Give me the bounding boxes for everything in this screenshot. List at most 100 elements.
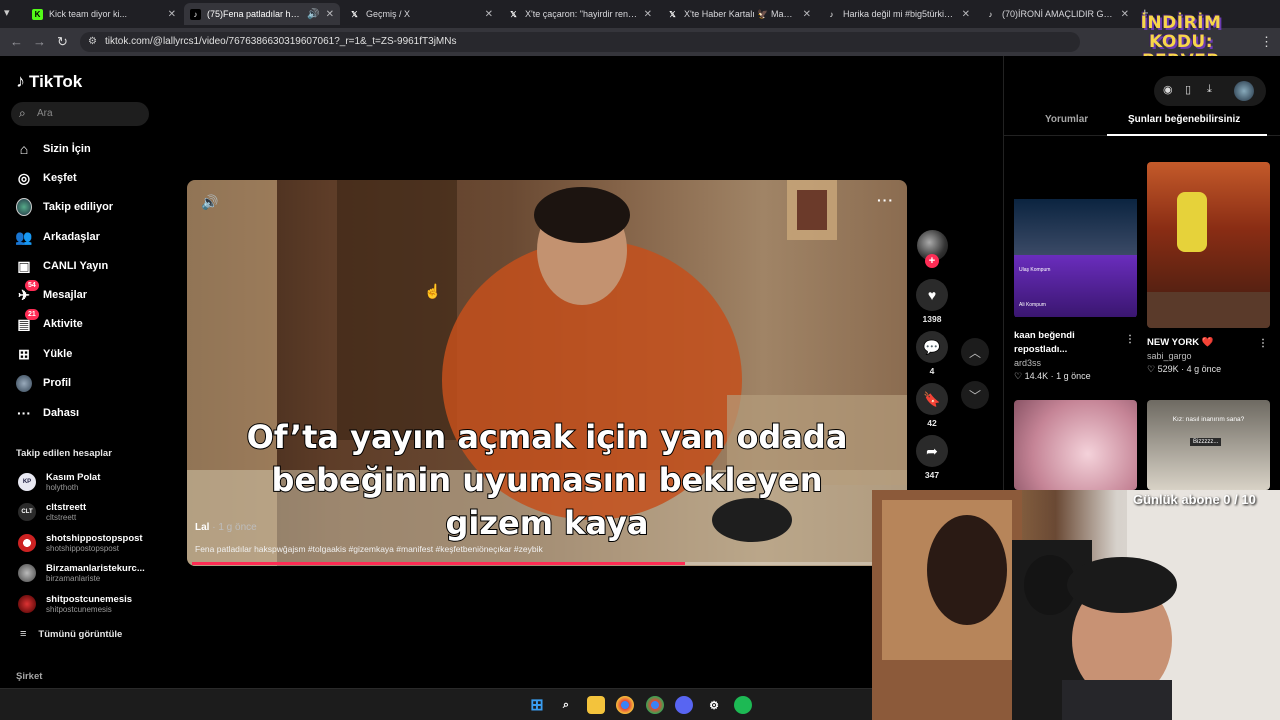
tiktok-sidebar: ♪ TikTok ⌕ Ara ⌂ Sizin İçin ◎ Keşfet Tak…: [0, 56, 160, 688]
followed-account[interactable]: Birzamanlaristekurc... birzamanlariste: [18, 561, 145, 585]
nav-for-you[interactable]: ⌂ Sizin İçin: [16, 139, 91, 159]
tiktok-logo[interactable]: ♪ TikTok: [16, 71, 82, 92]
close-tab-icon[interactable]: ✕: [326, 9, 334, 20]
tab-you-may-like[interactable]: Şunları beğenebilirsiniz: [1128, 114, 1240, 125]
nav-activity[interactable]: ▤ 21 Aktivite: [16, 309, 83, 334]
nav-following[interactable]: Takip ediliyor: [16, 197, 113, 217]
browser-tab[interactable]: 𝕏 Geçmiş / X ✕: [343, 3, 499, 25]
home-icon: ⌂: [19, 141, 29, 157]
reload-icon[interactable]: ↻: [57, 34, 68, 50]
chrome-active-icon[interactable]: [646, 696, 664, 714]
video-thumbnail: Kız: nasıl inanırım sana? Bizzzzz...: [1147, 400, 1270, 490]
url-field[interactable]: ⚙ tiktok.com/@lallyrcs1/video/7676386630…: [80, 32, 1080, 52]
company-link[interactable]: Şirket: [16, 671, 42, 682]
nav-more[interactable]: ··· Dahası: [16, 403, 79, 423]
close-tab-icon[interactable]: ✕: [485, 9, 493, 20]
discord-icon[interactable]: [675, 696, 693, 714]
close-tab-icon[interactable]: ✕: [962, 9, 970, 20]
nav-profile[interactable]: Profil: [16, 373, 71, 393]
comment-action[interactable]: 💬 4: [916, 331, 948, 376]
activity-icon: ▤ 21: [16, 309, 39, 332]
close-tab-icon[interactable]: ✕: [644, 9, 652, 20]
tiktok-icon: ♪: [829, 9, 834, 19]
chrome-icon[interactable]: [616, 696, 634, 714]
followed-account[interactable]: shitpostcunemesis shitpostcunemesis: [18, 592, 132, 616]
recommended-video-card[interactable]: Ulaş Kompum Ali Kompum kaan beğendi repo…: [1014, 162, 1137, 382]
video-player[interactable]: 🔊 ··· Of’ta yayın açmak için yan odada b…: [187, 180, 907, 566]
browser-tab-active[interactable]: ♪ (75)Fena patladılar hakspwg... 🔊 ✕: [184, 3, 340, 25]
avatar: CLT: [18, 503, 36, 521]
video-author[interactable]: Lal · 1 g önce: [195, 522, 257, 533]
video-progress-bar[interactable]: [192, 562, 902, 565]
compass-icon[interactable]: ◉: [1163, 83, 1173, 96]
browser-tab[interactable]: 𝕏 X'te Haber Kartalı 🦅 Manifes... ✕: [661, 3, 817, 25]
app-icon[interactable]: ⚙: [705, 696, 723, 714]
nav-upload[interactable]: ⊞ Yükle: [16, 344, 72, 364]
close-tab-icon[interactable]: ✕: [803, 9, 811, 20]
more-options-icon[interactable]: ⋮: [1258, 338, 1268, 349]
browser-tab[interactable]: ♪ Harika değil mi #big5türkiye #... ✕: [820, 3, 976, 25]
heart-outline-icon: ♡: [1014, 371, 1025, 381]
back-icon[interactable]: ←: [10, 34, 23, 49]
speaker-icon[interactable]: 🔊: [307, 9, 319, 20]
browser-tab[interactable]: K Kick team diyor ki... ✕: [26, 3, 182, 25]
forward-icon[interactable]: →: [33, 34, 46, 49]
search-input[interactable]: ⌕ Ara: [11, 102, 149, 126]
more-options-icon[interactable]: ⋮: [1125, 334, 1135, 345]
video-description: Fena patladılar hakspwğajsm #tolgaakis #…: [195, 544, 543, 554]
browser-tab-strip: K Kick team diyor ki... ✕ ♪ (75)Fena pat…: [0, 0, 1280, 28]
save-action[interactable]: 🔖 42: [916, 383, 948, 428]
tiktok-icon: ♪: [988, 9, 993, 19]
comment-icon[interactable]: 💬: [916, 331, 948, 363]
site-info-icon[interactable]: ⚙: [88, 36, 97, 47]
friends-icon: 👥: [15, 228, 33, 245]
chevron-up-icon[interactable]: ︿: [961, 338, 989, 366]
following-avatar-icon: [16, 198, 32, 216]
tab-search-icon[interactable]: ▾: [4, 6, 10, 19]
followed-account[interactable]: shotshippostopspost shotshippostopspost: [18, 531, 143, 555]
windows-start-icon[interactable]: ⊞: [528, 696, 546, 714]
spotify-icon[interactable]: [734, 696, 752, 714]
follow-plus-icon[interactable]: +: [925, 254, 939, 268]
streamer-webcam: [872, 490, 1280, 720]
browser-tab[interactable]: 𝕏 X'te çaçaron: "hayirdir rengin n... ✕: [502, 3, 658, 25]
heart-icon[interactable]: ♥: [916, 279, 948, 311]
top-icon-group: ◉ ▯ ⤓: [1154, 76, 1266, 106]
search-icon[interactable]: ⌕: [557, 696, 575, 714]
followed-account[interactable]: CLT cltstreett cltstreett: [18, 500, 86, 524]
nav-messages[interactable]: ✈ 54 Mesajlar: [16, 280, 87, 305]
profile-avatar-icon: [16, 374, 32, 392]
see-all-link[interactable]: ≡ Tümünü görüntüle: [20, 628, 122, 640]
tab-comments[interactable]: Yorumlar: [1045, 114, 1088, 125]
avatar: [18, 595, 36, 613]
panel-tabs: Yorumlar Şunları beğenebilirsiniz: [1004, 114, 1280, 136]
share-icon[interactable]: ➦: [916, 435, 948, 467]
close-tab-icon[interactable]: ✕: [168, 9, 176, 20]
kick-icon: K: [32, 8, 43, 20]
more-options-icon[interactable]: ···: [877, 192, 894, 208]
nav-friends[interactable]: 👥 Arkadaşlar: [15, 227, 100, 247]
download-icon[interactable]: ⤓: [1207, 83, 1212, 96]
avatar: [18, 534, 36, 552]
avatar: KP: [18, 473, 36, 491]
volume-icon[interactable]: 🔊: [201, 194, 218, 211]
like-action[interactable]: ♥ 1398: [916, 279, 948, 324]
video-thumbnail: Ulaş Kompum Ali Kompum: [1014, 162, 1137, 318]
recommended-video-card[interactable]: Kız: nasıl inanırım sana? Bizzzzz...: [1147, 400, 1270, 490]
search-icon: ⌕: [19, 106, 26, 120]
nav-explore[interactable]: ◎ Keşfet: [16, 168, 77, 188]
video-thumbnail: [1147, 162, 1270, 328]
recommended-video-card[interactable]: [1014, 400, 1137, 490]
followed-account[interactable]: KP Kasım Polat holythoth: [18, 470, 100, 494]
chevron-down-icon[interactable]: ﹀: [961, 381, 989, 409]
recommended-video-card[interactable]: NEW YORK ❤️ ⋮ sabi_gargo ♡ 529K · 4 g ön…: [1147, 162, 1270, 375]
phone-icon[interactable]: ▯: [1185, 83, 1191, 96]
active-tab-indicator: [1107, 134, 1267, 136]
video-thumbnail: [1014, 400, 1137, 490]
user-avatar[interactable]: [1234, 81, 1254, 101]
menu-dots-icon[interactable]: ⋮: [1260, 34, 1273, 50]
nav-live[interactable]: ▣ CANLI Yayın: [16, 256, 108, 276]
bookmark-icon[interactable]: 🔖: [916, 383, 948, 415]
share-action[interactable]: ➦ 347: [916, 435, 948, 480]
file-explorer-icon[interactable]: [587, 696, 605, 714]
